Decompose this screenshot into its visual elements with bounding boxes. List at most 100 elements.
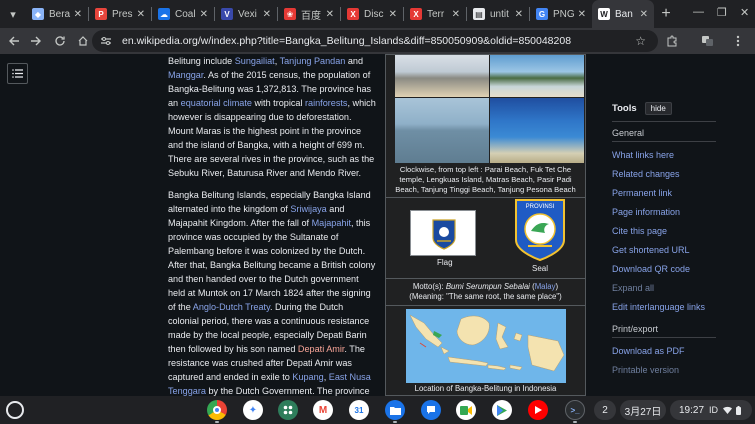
- article-link[interactable]: Majapahit: [312, 218, 351, 228]
- close-tab-icon[interactable]: ✕: [74, 9, 82, 20]
- photo-caption: Clockwise, from top left : Parai Beach, …: [395, 165, 576, 194]
- divider: [386, 305, 585, 306]
- close-tab-icon[interactable]: ✕: [640, 9, 648, 20]
- hide-tools-button[interactable]: hide: [644, 102, 672, 115]
- forward-button[interactable]: [24, 29, 48, 53]
- article-link[interactable]: Sungailiat: [235, 56, 275, 66]
- printable-version-link[interactable]: Printable version: [612, 365, 679, 375]
- close-tab-icon[interactable]: ✕: [263, 9, 271, 20]
- back-button[interactable]: [2, 29, 26, 53]
- date-tray[interactable]: 3月27日: [620, 400, 666, 420]
- article-link[interactable]: equatorial climate: [181, 98, 252, 108]
- site-info-icon[interactable]: [100, 36, 112, 46]
- browser-tab[interactable]: X Disc ✕: [341, 0, 403, 28]
- reload-icon: [55, 36, 65, 46]
- close-tab-icon[interactable]: ✕: [326, 9, 334, 20]
- battery-icon: [736, 405, 742, 415]
- download-pdf-link[interactable]: Download as PDF: [612, 346, 685, 356]
- chrome-icon[interactable]: [207, 400, 227, 420]
- photo-montage[interactable]: [390, 55, 584, 163]
- calendar-icon[interactable]: 31: [349, 400, 369, 420]
- divider: [612, 141, 716, 142]
- close-window-button[interactable]: ✕: [740, 0, 749, 24]
- malay-link[interactable]: Malay: [535, 282, 556, 291]
- article-link[interactable]: Sriwijaya: [290, 204, 326, 214]
- ime-indicator: ID: [709, 405, 719, 415]
- new-tab-button[interactable]: +: [654, 0, 678, 28]
- close-tab-icon[interactable]: ✕: [200, 9, 208, 20]
- article-link[interactable]: Tanjung Pandan: [280, 56, 346, 66]
- translate-icon: [701, 36, 713, 46]
- extensions-button[interactable]: [660, 29, 684, 53]
- provincial-seal-image[interactable]: PROVINSI: [514, 198, 566, 264]
- notification-count-badge[interactable]: 2: [594, 400, 616, 420]
- status-tray[interactable]: 19:27 ID: [670, 400, 752, 420]
- grid-icon: [283, 405, 293, 415]
- running-indicator: [393, 421, 397, 423]
- article-link[interactable]: Manggar: [168, 70, 203, 80]
- close-tab-icon[interactable]: ✕: [515, 9, 523, 20]
- tab-search-button[interactable]: ▾: [0, 0, 26, 28]
- terminal-icon[interactable]: >_: [565, 400, 585, 420]
- browser-tab[interactable]: ◆ Bera ✕: [26, 0, 88, 28]
- browser-tab[interactable]: ☁ Coal ✕: [152, 0, 214, 28]
- article-link[interactable]: rainforests: [305, 98, 347, 108]
- cite-this-page-link[interactable]: Cite this page: [612, 226, 667, 236]
- related-changes-link[interactable]: Related changes: [612, 169, 680, 179]
- play-store-icon[interactable]: [492, 400, 512, 420]
- provincial-flag-image[interactable]: [410, 210, 476, 256]
- article-link[interactable]: Kupang: [292, 372, 323, 382]
- translate-button[interactable]: [695, 29, 719, 53]
- meet-icon[interactable]: [456, 400, 476, 420]
- indonesia-location-map[interactable]: [405, 309, 566, 383]
- main-menu-button[interactable]: [7, 63, 28, 84]
- tab-favicon-icon: X: [347, 8, 359, 20]
- tab-favicon-icon: V: [221, 8, 233, 20]
- browser-tab[interactable]: G PNG ✕: [530, 0, 592, 28]
- browser-tab[interactable]: ▤ untit ✕: [467, 0, 529, 28]
- close-tab-icon[interactable]: ✕: [389, 9, 397, 20]
- browser-tab[interactable]: W Ban ✕: [592, 0, 654, 28]
- article-link[interactable]: Depati Amir: [298, 344, 345, 354]
- general-heading: General: [612, 128, 645, 138]
- app-launcher-icon[interactable]: [278, 400, 298, 420]
- close-tab-icon[interactable]: ✕: [452, 9, 460, 20]
- close-tab-icon[interactable]: ✕: [578, 9, 586, 20]
- browser-tab[interactable]: ❀ 百度 ✕: [278, 0, 340, 28]
- bookmark-star-icon[interactable]: ☆: [635, 34, 646, 48]
- get-shortened-url-link[interactable]: Get shortened URL: [612, 245, 690, 255]
- reload-button[interactable]: [48, 29, 72, 53]
- youtube-icon[interactable]: [528, 400, 548, 420]
- motto: Motto(s): Bumi Serumpun Sebalai (Malay) …: [386, 279, 585, 305]
- gemini-icon[interactable]: ✦: [243, 400, 263, 420]
- browser-tab[interactable]: P Pres ✕: [89, 0, 151, 28]
- permanent-link[interactable]: Permanent link: [612, 188, 672, 198]
- tab-favicon-icon: X: [410, 8, 422, 20]
- launcher-button[interactable]: [6, 401, 24, 419]
- browser-tab[interactable]: V Vexi ✕: [215, 0, 277, 28]
- article-link[interactable]: Anglo-Dutch Treaty: [193, 302, 270, 312]
- minimize-button[interactable]: —: [693, 0, 704, 24]
- flag-label: Flag: [437, 258, 453, 267]
- page-information-link[interactable]: Page information: [612, 207, 680, 217]
- files-icon[interactable]: [385, 400, 405, 420]
- tools-sidebar: Tools hide General What links here Relat…: [612, 54, 755, 396]
- web-page: Belitung include Sungailiat, Tanjung Pan…: [0, 54, 755, 396]
- close-tab-icon[interactable]: ✕: [137, 9, 145, 20]
- address-bar[interactable]: en.wikipedia.org/w/index.php?title=Bangk…: [92, 30, 658, 52]
- messages-icon[interactable]: [421, 400, 441, 420]
- what-links-here-link[interactable]: What links here: [612, 150, 674, 160]
- back-arrow-icon: [9, 36, 19, 46]
- expand-all-link[interactable]: Expand all: [612, 283, 654, 293]
- browser-menu-button[interactable]: [726, 29, 750, 53]
- browser-tab[interactable]: X Terr ✕: [404, 0, 466, 28]
- tab-title: Disc: [364, 8, 384, 20]
- download-qr-code-link[interactable]: Download QR code: [612, 264, 690, 274]
- play-triangle-icon: [497, 404, 507, 416]
- gmail-icon[interactable]: M: [313, 400, 333, 420]
- flag-seal-row: Flag PROVINSI Seal: [386, 198, 585, 278]
- article-text: , which however is disappearing due to d…: [168, 98, 376, 178]
- edit-interlanguage-links-link[interactable]: Edit interlanguage links: [612, 302, 705, 312]
- restore-button[interactable]: ❐: [717, 0, 727, 24]
- tools-header: Tools hide: [612, 102, 672, 115]
